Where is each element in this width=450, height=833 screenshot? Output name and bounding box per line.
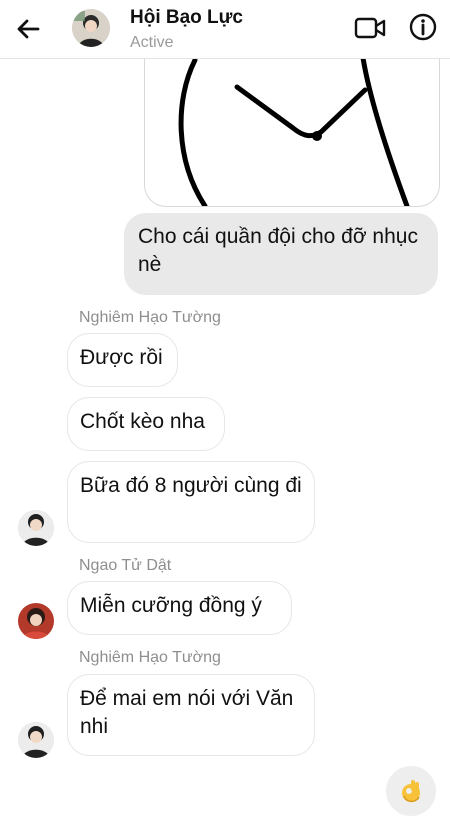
- active-status: Active: [130, 34, 174, 51]
- sender-name: Nghiêm Hạo Tường: [79, 649, 221, 666]
- outgoing-message-bubble[interactable]: Cho cái quần đội cho đỡ nhục nè: [124, 213, 438, 295]
- incoming-message-bubble[interactable]: Miễn cưỡng đồng ý: [67, 581, 292, 635]
- sender-avatar[interactable]: [18, 722, 54, 758]
- incoming-message-bubble[interactable]: Bữa đó 8 người cùng đi: [67, 461, 315, 543]
- chat-title: Hội Bạo Lực: [130, 7, 243, 28]
- video-call-icon[interactable]: [354, 13, 386, 43]
- info-icon[interactable]: [408, 12, 438, 42]
- quick-reaction-button[interactable]: [386, 766, 436, 816]
- sender-name: Ngao Tử Dật: [79, 557, 172, 574]
- sender-name: Nghiêm Hạo Tường: [79, 309, 221, 326]
- ok-hand-emoji-icon: [402, 780, 420, 803]
- sender-avatar[interactable]: [18, 510, 54, 546]
- group-avatar[interactable]: [72, 9, 110, 47]
- incoming-message-bubble[interactable]: Được rồi: [67, 333, 178, 387]
- sender-avatar[interactable]: [18, 603, 54, 639]
- incoming-message-bubble[interactable]: Để mai em nói với Văn nhi: [67, 674, 315, 756]
- chat-header: Hội Bạo Lực Active: [0, 0, 450, 59]
- shared-image-message[interactable]: [144, 40, 440, 207]
- incoming-message-bubble[interactable]: Chốt kèo nha: [67, 397, 225, 451]
- back-arrow-icon[interactable]: [14, 14, 44, 44]
